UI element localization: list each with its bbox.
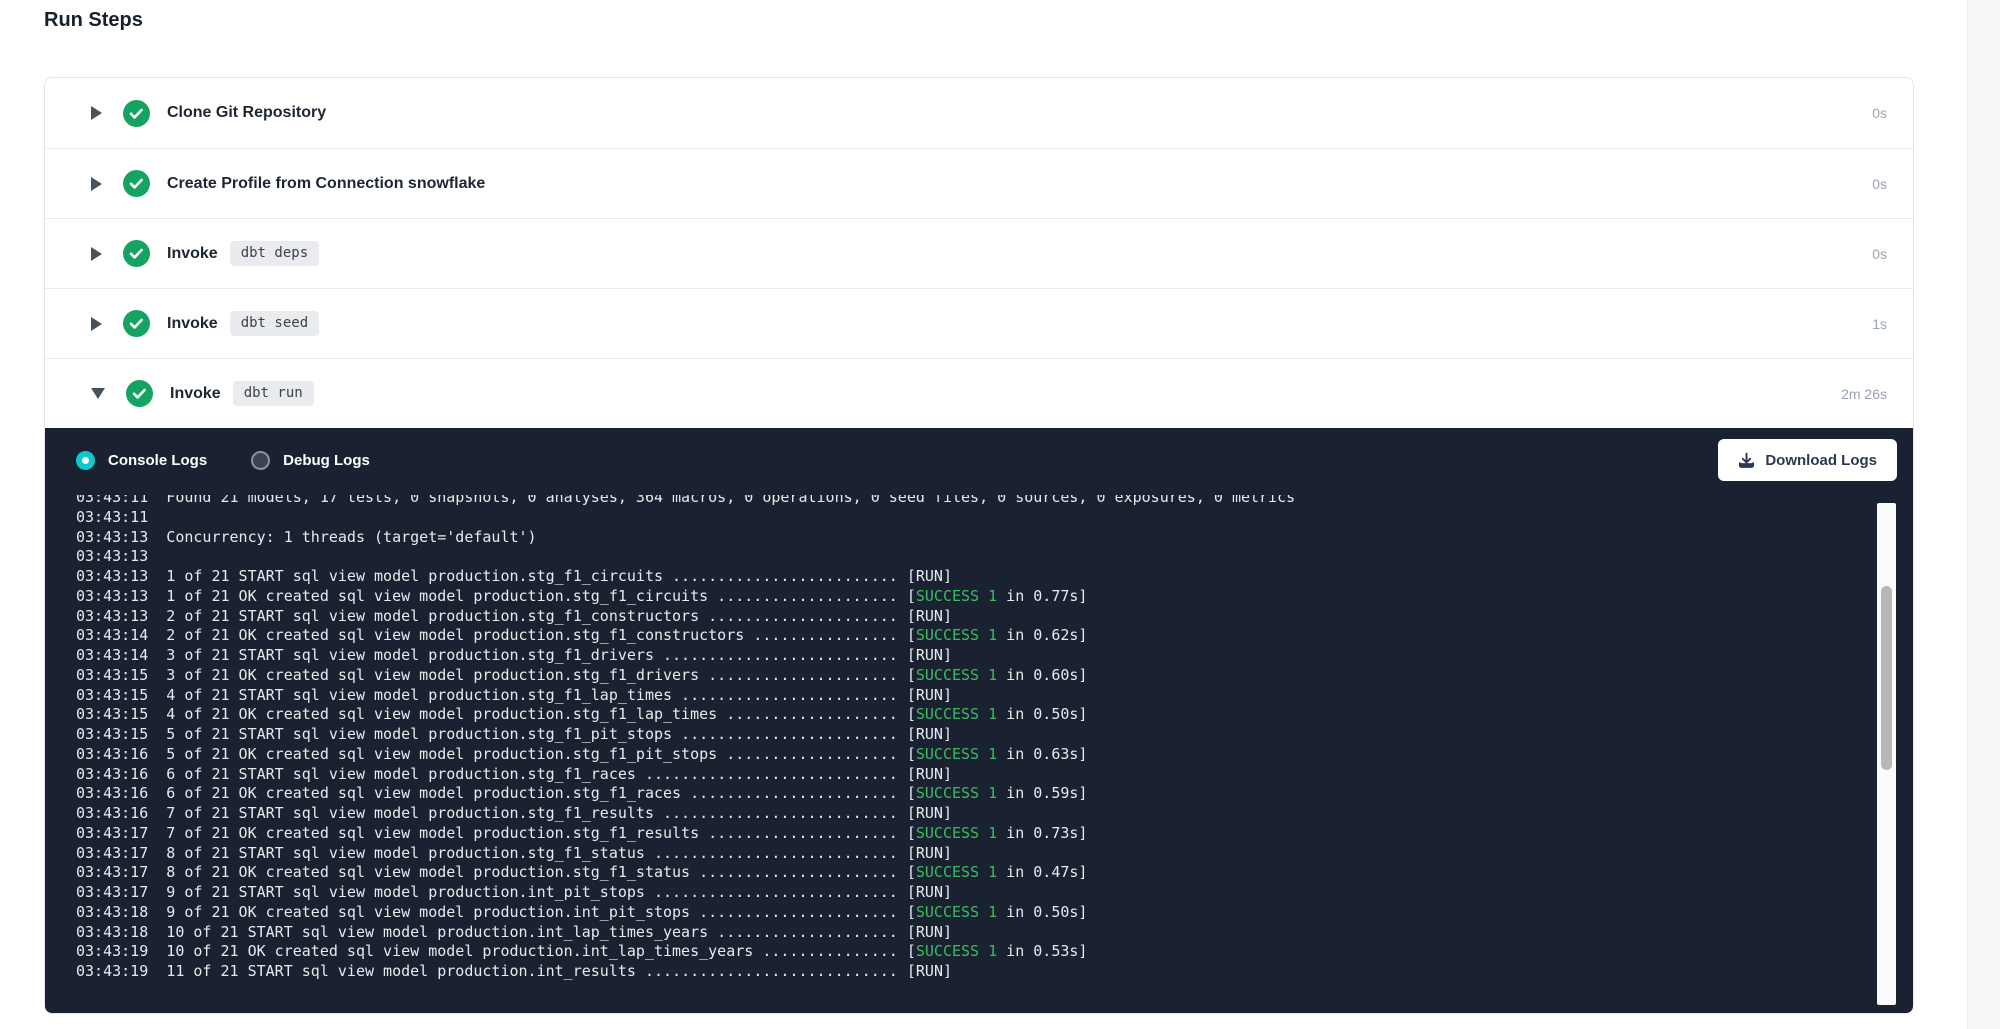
console-header: Console Logs Debug Logs Download Logs [45,428,1913,492]
console-logs-radio[interactable]: Console Logs [76,451,207,470]
chevron-right-icon[interactable] [91,247,102,261]
step-label: Invoke [170,385,221,403]
download-logs-label: Download Logs [1765,452,1877,469]
console-scrollbar-thumb[interactable] [1881,586,1892,770]
run-steps-list: Clone Git Repository0sCreate Profile fro… [44,77,1914,1014]
step-command-badge: dbt deps [230,241,319,266]
log-success-status: SUCCESS 1 [916,942,997,960]
console-log-line: 03:43:11 [76,508,1793,528]
console-log-line: 03:43:16 7 of 21 START sql view model pr… [76,804,1793,824]
run-step-row[interactable]: Invoke dbt seed 1s [45,288,1913,358]
console-log-line: 03:43:15 5 of 21 START sql view model pr… [76,725,1793,745]
download-icon [1738,452,1755,469]
console-log-line: 03:43:17 8 of 21 START sql view model pr… [76,844,1793,864]
log-success-status: SUCCESS 1 [916,863,997,881]
success-check-icon [123,310,150,337]
console-log-line: 03:43:13 Concurrency: 1 threads (target=… [76,528,1793,548]
console-scrollbar-track[interactable] [1877,503,1896,1005]
step-label: Invoke [167,245,218,263]
step-duration: 1s [1872,316,1887,332]
console-log-line: 03:43:14 2 of 21 OK created sql view mod… [76,626,1793,646]
chevron-right-icon[interactable] [91,317,102,331]
console-log-line: 03:43:13 1 of 21 START sql view model pr… [76,567,1793,587]
chevron-right-icon[interactable] [91,177,102,191]
download-logs-button[interactable]: Download Logs [1718,439,1897,481]
step-label: Clone Git Repository [167,104,326,122]
run-step-row[interactable]: Invoke dbt deps 0s [45,218,1913,288]
console-log-line: 03:43:16 6 of 21 OK created sql view mod… [76,784,1793,804]
run-step-row[interactable]: Create Profile from Connection snowflake… [45,148,1913,218]
debug-logs-radio[interactable]: Debug Logs [251,451,370,470]
page-title: Run Steps [44,9,143,32]
console-log-line: 03:43:17 7 of 21 OK created sql view mod… [76,824,1793,844]
console-log-line: 03:43:17 8 of 21 OK created sql view mod… [76,863,1793,883]
step-duration: 2m 26s [1841,386,1887,402]
run-step-row[interactable]: Invoke dbt run 2m 26s [45,358,1913,428]
radio-selected-icon[interactable] [76,451,95,470]
console-logs-label: Console Logs [108,452,207,469]
console-log-line: 03:43:13 [76,547,1793,567]
log-success-status: SUCCESS 1 [916,587,997,605]
console-log-line: 03:43:19 10 of 21 OK created sql view mo… [76,942,1793,962]
console-log-lines: 03:43:11 Found 21 models, 17 tests, 0 sn… [76,495,1793,982]
success-check-icon [123,240,150,267]
log-success-status: SUCCESS 1 [916,666,997,684]
console-log-line: 03:43:15 4 of 21 OK created sql view mod… [76,705,1793,725]
console-log-line: 03:43:19 11 of 21 START sql view model p… [76,962,1793,982]
console-log-line: 03:43:18 9 of 21 OK created sql view mod… [76,903,1793,923]
step-duration: 0s [1872,105,1887,121]
step-duration: 0s [1872,246,1887,262]
console-panel: Console Logs Debug Logs Download Logs 03… [45,428,1913,1013]
success-check-icon [126,380,153,407]
chevron-right-icon[interactable] [91,106,102,120]
success-check-icon [123,170,150,197]
page-right-gutter [1967,0,2000,1029]
log-success-status: SUCCESS 1 [916,824,997,842]
run-steps-page: { "page": { "title": "Run Steps" }, "col… [0,0,2000,1029]
run-step-row[interactable]: Clone Git Repository 0s [45,78,1913,148]
step-label: Create Profile from Connection snowflake [167,175,485,193]
chevron-down-icon[interactable] [91,388,105,399]
console-log-output: 03:43:11 Found 21 models, 17 tests, 0 sn… [76,495,1793,1005]
log-success-status: SUCCESS 1 [916,903,997,921]
step-command-badge: dbt seed [230,311,319,336]
step-label: Invoke [167,315,218,333]
success-check-icon [123,100,150,127]
console-log-line: 03:43:13 1 of 21 OK created sql view mod… [76,587,1793,607]
console-log-line: 03:43:17 9 of 21 START sql view model pr… [76,883,1793,903]
radio-unselected-icon[interactable] [251,451,270,470]
console-log-line: 03:43:11 Found 21 models, 17 tests, 0 sn… [76,495,1793,508]
log-success-status: SUCCESS 1 [916,784,997,802]
console-log-line: 03:43:16 6 of 21 START sql view model pr… [76,765,1793,785]
console-log-line: 03:43:14 3 of 21 START sql view model pr… [76,646,1793,666]
step-command-badge: dbt run [233,381,314,406]
console-log-line: 03:43:18 10 of 21 START sql view model p… [76,923,1793,943]
log-success-status: SUCCESS 1 [916,626,997,644]
log-success-status: SUCCESS 1 [916,705,997,723]
console-log-line: 03:43:16 5 of 21 OK created sql view mod… [76,745,1793,765]
console-log-line: 03:43:13 2 of 21 START sql view model pr… [76,607,1793,627]
console-log-line: 03:43:15 4 of 21 START sql view model pr… [76,686,1793,706]
debug-logs-label: Debug Logs [283,452,370,469]
step-duration: 0s [1872,176,1887,192]
log-success-status: SUCCESS 1 [916,745,997,763]
console-log-line: 03:43:15 3 of 21 OK created sql view mod… [76,666,1793,686]
